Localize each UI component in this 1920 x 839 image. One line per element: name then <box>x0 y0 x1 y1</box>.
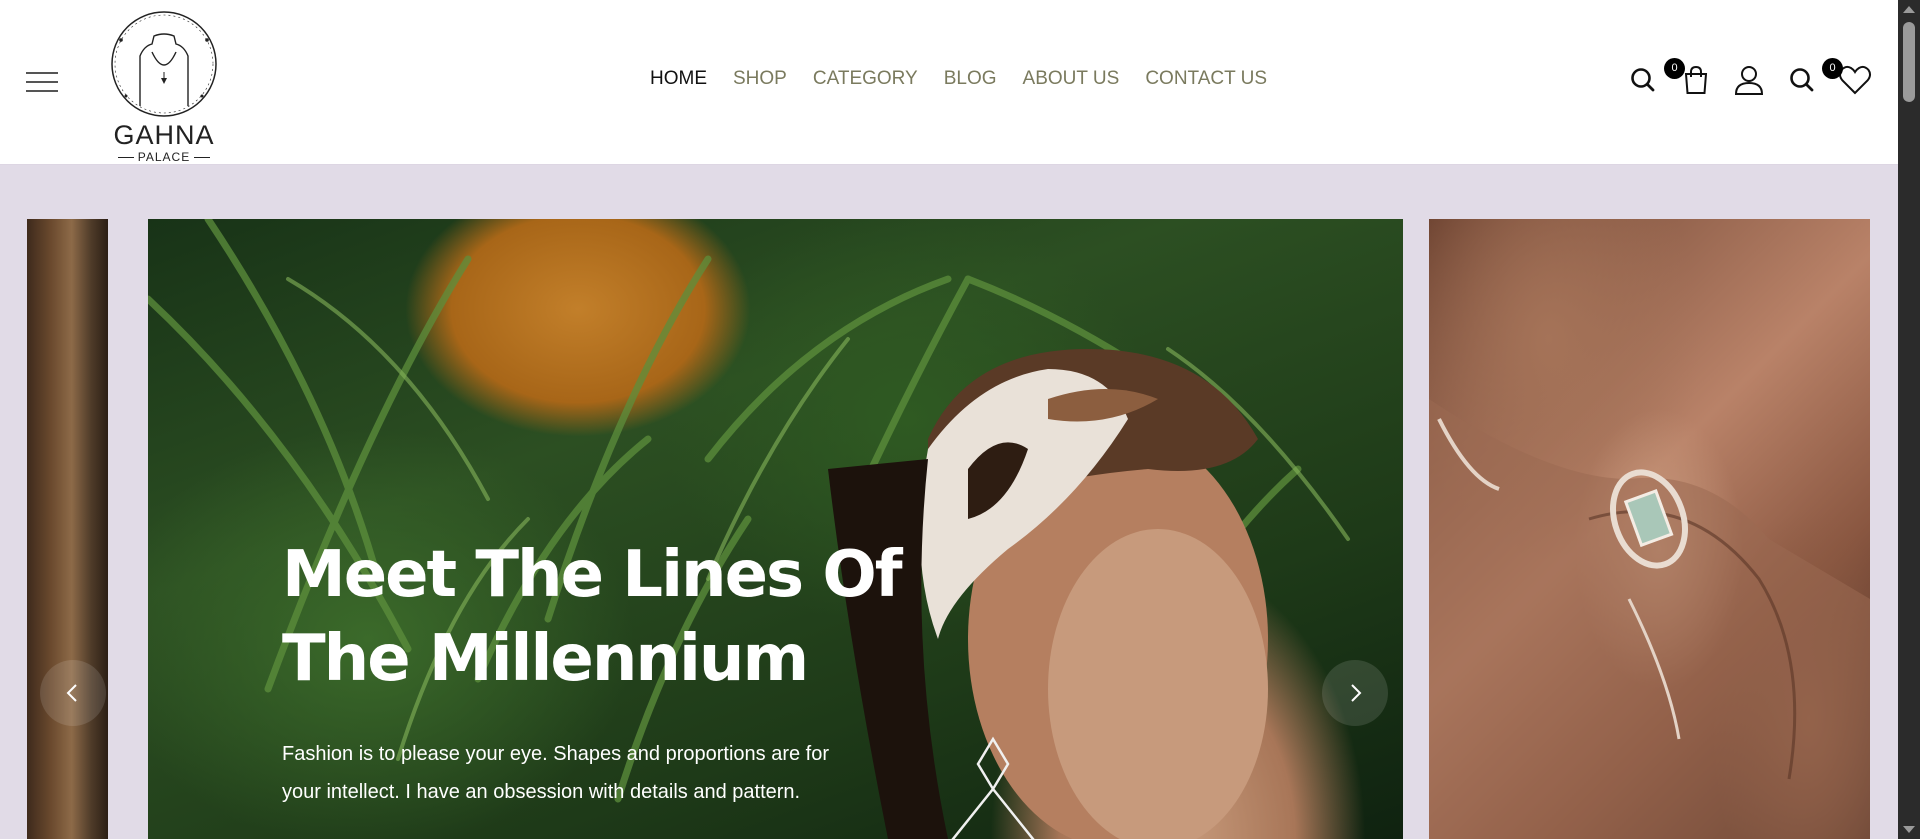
nav-blog[interactable]: BLOG <box>944 68 997 90</box>
menu-icon[interactable] <box>26 72 58 94</box>
page-scrollbar[interactable] <box>1898 0 1920 839</box>
hero-title-line-2: The Millennium <box>282 622 809 696</box>
search-icon <box>1631 68 1655 92</box>
chevron-right-icon <box>1351 684 1362 702</box>
slider-next-button[interactable] <box>1322 660 1388 726</box>
brand-subtitle: PALACE <box>104 150 224 164</box>
wishlist-count-badge: 0 <box>1822 58 1843 79</box>
site-logo[interactable]: GAHNA PALACE <box>104 8 224 164</box>
search-button-secondary[interactable] <box>1786 64 1818 96</box>
hero-description: Fashion is to please your eye. Shapes an… <box>282 735 882 811</box>
hero-slide: Meet The Lines Of The Millennium Fashion… <box>148 219 1403 839</box>
nav-home[interactable]: HOME <box>650 68 707 90</box>
scroll-down-arrow-icon[interactable] <box>1903 826 1915 833</box>
slide-previous-peek[interactable] <box>27 219 108 839</box>
nav-shop[interactable]: SHOP <box>733 68 787 90</box>
slide-next-peek[interactable] <box>1429 219 1870 839</box>
scroll-thumb[interactable] <box>1903 22 1915 102</box>
hero-description-line-2: your intellect. I have an obsession with… <box>282 781 801 803</box>
main-nav: HOME SHOP CATEGORY BLOG ABOUT US CONTACT… <box>650 68 1293 90</box>
cart-button[interactable]: 0 <box>1664 58 1712 96</box>
scroll-up-arrow-icon[interactable] <box>1903 6 1915 13</box>
search-icon <box>1790 68 1814 92</box>
hero-title-line-1: Meet The Lines Of <box>282 538 903 612</box>
ring-hand-illustration <box>1429 399 1870 839</box>
slider-prev-button[interactable] <box>40 660 106 726</box>
nav-about-us[interactable]: ABOUT US <box>1023 68 1120 90</box>
heart-icon <box>1839 65 1871 95</box>
wishlist-button[interactable]: 0 <box>1822 58 1871 96</box>
hero-title: Meet The Lines Of The Millennium <box>282 533 903 701</box>
nav-category[interactable]: CATEGORY <box>813 68 918 90</box>
hero-description-line-1: Fashion is to please your eye. Shapes an… <box>282 743 829 765</box>
chevron-left-icon <box>66 684 77 702</box>
nav-contact-us[interactable]: CONTACT US <box>1145 68 1267 90</box>
account-button[interactable] <box>1733 64 1765 96</box>
brand-name: GAHNA <box>113 120 215 150</box>
necklace-logo-icon <box>111 11 217 117</box>
search-button[interactable] <box>1627 64 1659 96</box>
cart-count-badge: 0 <box>1664 58 1685 79</box>
site-header: GAHNA PALACE HOME SHOP CATEGORY BLOG ABO… <box>0 0 1898 165</box>
user-icon <box>1734 66 1764 95</box>
